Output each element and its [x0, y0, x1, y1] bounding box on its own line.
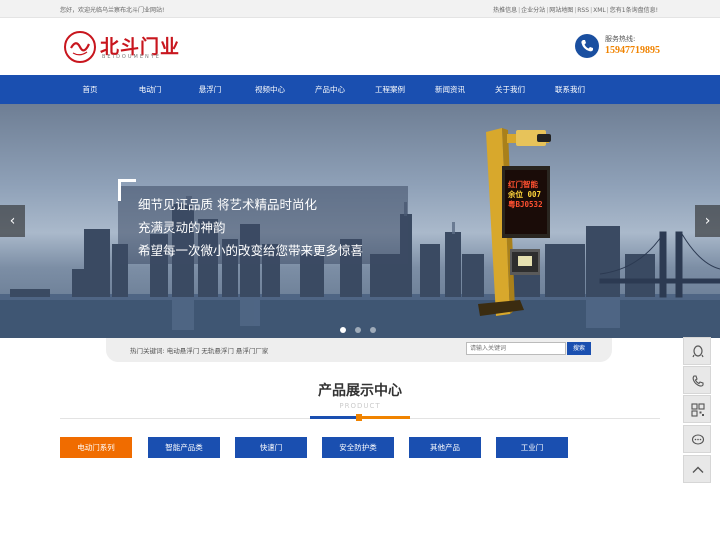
nav-item-products[interactable]: 产品中心 — [300, 75, 360, 104]
category-tab-smart-products[interactable]: 智能产品类 — [148, 437, 220, 458]
section-accent-blue — [310, 416, 358, 419]
section-accent-center — [356, 414, 362, 421]
top-link-branches[interactable]: 企业分站 — [521, 7, 545, 14]
qq-icon — [692, 345, 704, 358]
banner-dot[interactable] — [340, 327, 346, 333]
led-line: 粤BJ0532 — [508, 200, 543, 209]
nav-item-contact[interactable]: 联系我们 — [540, 75, 600, 104]
slogan-line-3: 希望每一次微小的改变给您带来更多惊喜 — [138, 243, 364, 258]
search-bar: 热门关键词: 电动悬浮门 无轨悬浮门 悬浮门厂家 搜索 — [106, 338, 612, 362]
led-line: 红门智能 — [508, 180, 538, 189]
site-header: 北斗门业 BEIDOUMENYE 服务热线: 15947719895 — [0, 18, 720, 75]
side-qq-button[interactable] — [683, 337, 711, 365]
top-link-hot-info[interactable]: 热推信息 — [493, 7, 517, 14]
message-icon — [691, 434, 705, 445]
category-tab-safety[interactable]: 安全防护类 — [322, 437, 394, 458]
logo-emblem-icon — [64, 31, 96, 63]
banner-dot[interactable] — [370, 327, 376, 333]
category-tab-industrial[interactable]: 工业门 — [496, 437, 568, 458]
top-link-sitemap[interactable]: 网站地图 — [549, 7, 573, 14]
welcome-text: 您好，欢迎光临乌兰察布北斗门业网站! — [60, 7, 165, 14]
slogan-line-2: 充满灵动的神韵 — [138, 220, 226, 235]
nav-item-cases[interactable]: 工程案例 — [360, 75, 420, 104]
top-bar: 您好，欢迎光临乌兰察布北斗门业网站! 热推信息|企业分站|网站地图|RSS|XM… — [0, 0, 720, 18]
top-link-xml[interactable]: XML — [593, 7, 606, 14]
search-input[interactable] — [466, 342, 566, 355]
side-back-to-top-button[interactable] — [683, 455, 711, 483]
nav-item-about[interactable]: 关于我们 — [480, 75, 540, 104]
side-qrcode-button[interactable] — [683, 395, 711, 423]
top-links: 热推信息|企业分站|网站地图|RSS|XML|您有1条询盘信息! — [493, 7, 658, 14]
phone-icon — [575, 34, 599, 58]
banner-prev-button[interactable]: ‹ — [0, 205, 25, 237]
hotline: 服务热线: 15947719895 — [575, 32, 675, 62]
category-tab-electric-gates[interactable]: 电动门系列 — [60, 437, 132, 458]
led-sign: 红门智能 余位 007 粤BJ0532 — [508, 180, 548, 210]
main-nav: 首页 电动门 悬浮门 视频中心 产品中心 工程案例 新闻资讯 关于我们 联系我们 — [0, 75, 720, 104]
section-subtitle: PRODUCT — [339, 402, 381, 410]
search-button[interactable]: 搜索 — [567, 342, 591, 355]
banner-pagination — [340, 318, 385, 337]
top-link-inquiry[interactable]: 您有1条询盘信息! — [610, 7, 658, 14]
site-logo[interactable]: 北斗门业 BEIDOUMENYE — [64, 31, 184, 63]
logo-english: BEIDOUMENYE — [102, 54, 161, 60]
nav-item-floating-gate[interactable]: 悬浮门 — [180, 75, 240, 104]
nav-item-video[interactable]: 视频中心 — [240, 75, 300, 104]
section-accent-orange — [362, 416, 410, 419]
hotline-label: 服务热线: — [605, 35, 636, 43]
hot-keywords: 热门关键词: 电动悬浮门 无轨悬浮门 悬浮门厂家 — [130, 345, 268, 355]
hot-keywords-label: 热门关键词: — [130, 347, 165, 355]
slogan-line-1: 细节见证品质 将艺术精品时尚化 — [138, 197, 317, 212]
hero-banner: 红门智能 余位 007 粤BJ0532 细节见证品质 将艺术精品时尚化 充满灵动… — [0, 104, 720, 338]
hotline-number: 15947719895 — [605, 45, 660, 56]
back-to-top-icon — [692, 466, 704, 473]
qrcode-icon — [691, 403, 705, 417]
banner-next-button[interactable]: › — [695, 205, 720, 237]
phone-icon — [692, 375, 704, 387]
category-tab-other[interactable]: 其他产品 — [409, 437, 481, 458]
nav-item-electric-gate[interactable]: 电动门 — [120, 75, 180, 104]
nav-item-home[interactable]: 首页 — [60, 75, 120, 104]
side-phone-button[interactable] — [683, 366, 711, 394]
banner-dot[interactable] — [355, 327, 361, 333]
side-message-button[interactable] — [683, 425, 711, 453]
hot-keywords-list[interactable]: 电动悬浮门 无轨悬浮门 悬浮门厂家 — [167, 347, 269, 355]
category-tab-fast-doors[interactable]: 快速门 — [235, 437, 307, 458]
led-line: 余位 007 — [508, 190, 542, 199]
slogan-bracket — [118, 179, 136, 201]
nav-item-news[interactable]: 新闻资讯 — [420, 75, 480, 104]
section-title: 产品展示中心 — [318, 383, 402, 399]
top-link-rss[interactable]: RSS — [577, 7, 589, 14]
